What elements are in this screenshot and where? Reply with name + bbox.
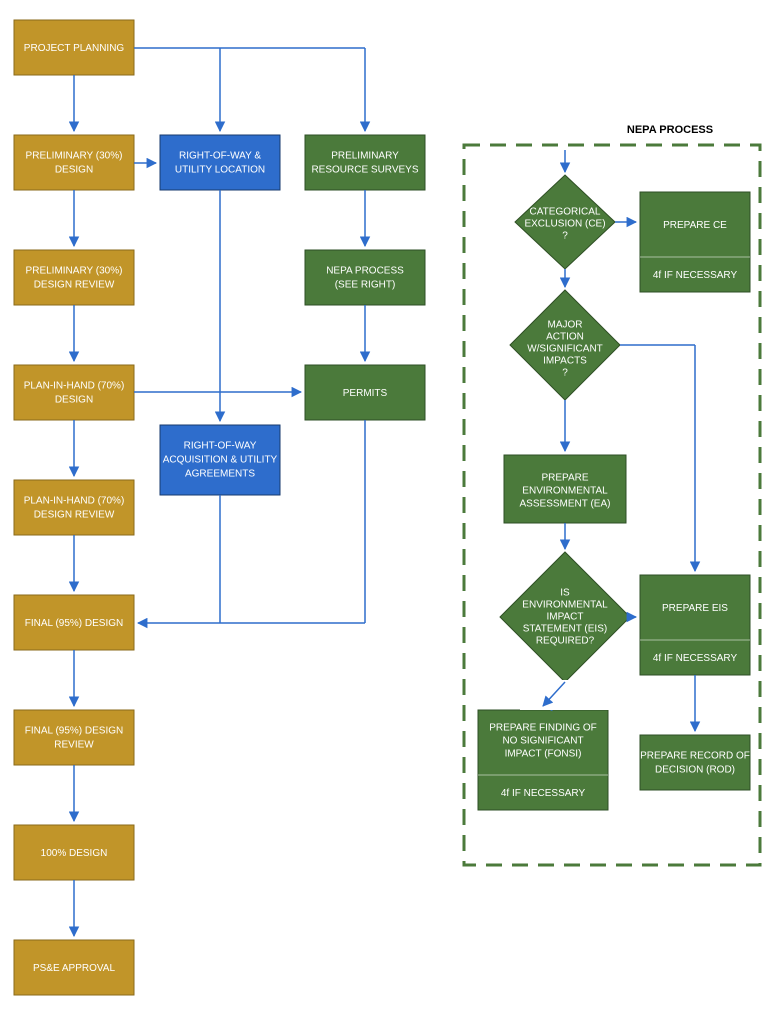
svg-text:NO SIGNIFICANT: NO SIGNIFICANT (502, 736, 583, 747)
svg-text:ACQUISITION & UTILITY: ACQUISITION & UTILITY (163, 455, 278, 466)
svg-text:CATEGORICAL: CATEGORICAL (530, 207, 601, 218)
svg-text:PREPARE RECORD OF: PREPARE RECORD OF (640, 751, 750, 762)
box-fonsi: PREPARE FINDING OF NO SIGNIFICANT IMPACT… (478, 710, 608, 810)
svg-text:4f IF NECESSARY: 4f IF NECESSARY (653, 653, 738, 664)
svg-text:PRELIMINARY (30%): PRELIMINARY (30%) (26, 266, 123, 277)
svg-text:PREPARE FINDING OF: PREPARE FINDING OF (489, 723, 597, 734)
box-permits: PERMITS (305, 365, 425, 420)
box-final-design-review: FINAL (95%) DESIGN REVIEW (14, 710, 134, 765)
svg-text:PREPARE: PREPARE (541, 473, 588, 484)
svg-text:PRELIMINARY (30%): PRELIMINARY (30%) (26, 151, 123, 162)
nepa-section-title: NEPA PROCESS (627, 124, 713, 136)
diamond-major-action: MAJOR ACTION W/SIGNIFICANT IMPACTS ? (510, 290, 620, 400)
svg-text:?: ? (562, 368, 568, 379)
svg-text:PERMITS: PERMITS (343, 388, 388, 399)
box-plan-in-hand-review: PLAN-IN-HAND (70%) DESIGN REVIEW (14, 480, 134, 535)
box-pse-approval: PS&E APPROVAL (14, 940, 134, 995)
diamond-categorical-exclusion: CATEGORICAL EXCLUSION (CE) ? (515, 175, 615, 269)
box-row-acquisition: RIGHT-OF-WAY ACQUISITION & UTILITY AGREE… (160, 425, 280, 495)
svg-text:DECISION (ROD): DECISION (ROD) (655, 765, 735, 776)
svg-text:STATEMENT (EIS): STATEMENT (EIS) (523, 624, 607, 635)
svg-text:W/SIGNIFICANT: W/SIGNIFICANT (527, 344, 603, 355)
svg-text:IS: IS (560, 588, 570, 599)
svg-text:ASSESSMENT (EA): ASSESSMENT (EA) (520, 499, 611, 510)
box-prelim-design: PRELIMINARY (30%) DESIGN (14, 135, 134, 190)
box-prepare-ea: PREPARE ENVIRONMENTAL ASSESSMENT (EA) (504, 455, 626, 523)
svg-text:PLAN-IN-HAND (70%): PLAN-IN-HAND (70%) (24, 496, 125, 507)
svg-text:ENVIRONMENTAL: ENVIRONMENTAL (522, 486, 608, 497)
svg-text:DESIGN: DESIGN (55, 395, 93, 406)
svg-text:4f IF NECESSARY: 4f IF NECESSARY (501, 788, 586, 799)
svg-text:REVIEW: REVIEW (54, 740, 94, 751)
svg-text:REQUIRED?: REQUIRED? (536, 636, 595, 647)
box-100-design: 100% DESIGN (14, 825, 134, 880)
svg-text:UTILITY LOCATION: UTILITY LOCATION (175, 165, 265, 176)
svg-text:NEPA PROCESS: NEPA PROCESS (326, 266, 404, 277)
box-preliminary-surveys: PRELIMINARY RESOURCE SURVEYS (305, 135, 425, 190)
box-prepare-ce: PREPARE CE 4f IF NECESSARY (640, 192, 750, 292)
svg-text:IMPACT: IMPACT (546, 612, 583, 623)
box-row-utility-location: RIGHT-OF-WAY & UTILITY LOCATION (160, 135, 280, 190)
svg-text:PREPARE CE: PREPARE CE (663, 220, 727, 231)
svg-text:RESOURCE SURVEYS: RESOURCE SURVEYS (311, 165, 418, 176)
diamond-eis-required: IS ENVIRONMENTAL IMPACT STATEMENT (EIS) … (500, 552, 630, 682)
box-project-planning: PROJECT PLANNING (14, 20, 134, 75)
svg-text:100% DESIGN: 100% DESIGN (41, 848, 108, 859)
svg-text:ENVIRONMENTAL: ENVIRONMENTAL (522, 600, 608, 611)
box-prelim-design-review: PRELIMINARY (30%) DESIGN REVIEW (14, 250, 134, 305)
box-prepare-rod: PREPARE RECORD OF DECISION (ROD) (640, 735, 750, 790)
svg-text:PRELIMINARY: PRELIMINARY (331, 151, 399, 162)
svg-text:4f IF NECESSARY: 4f IF NECESSARY (653, 270, 738, 281)
svg-text:PREPARE EIS: PREPARE EIS (662, 603, 728, 614)
svg-text:AGREEMENTS: AGREEMENTS (185, 469, 255, 480)
svg-text:DESIGN REVIEW: DESIGN REVIEW (34, 280, 115, 291)
svg-text:(SEE RIGHT): (SEE RIGHT) (335, 280, 396, 291)
box-final-design: FINAL (95%) DESIGN (14, 595, 134, 650)
svg-text:PS&E APPROVAL: PS&E APPROVAL (33, 963, 116, 974)
svg-text:ACTION: ACTION (546, 332, 584, 343)
svg-text:IMPACT (FONSI): IMPACT (FONSI) (505, 749, 582, 760)
svg-text:?: ? (562, 231, 568, 242)
svg-text:IMPACTS: IMPACTS (543, 356, 587, 367)
svg-text:RIGHT-OF-WAY &: RIGHT-OF-WAY & (179, 151, 261, 162)
svg-text:PROJECT PLANNING: PROJECT PLANNING (24, 43, 125, 54)
svg-text:PLAN-IN-HAND (70%): PLAN-IN-HAND (70%) (24, 381, 125, 392)
svg-text:FINAL (95%) DESIGN: FINAL (95%) DESIGN (25, 618, 124, 629)
svg-text:RIGHT-OF-WAY: RIGHT-OF-WAY (184, 441, 257, 452)
svg-text:MAJOR: MAJOR (548, 320, 583, 331)
svg-text:FINAL (95%) DESIGN: FINAL (95%) DESIGN (25, 726, 124, 737)
box-nepa-process-ref: NEPA PROCESS (SEE RIGHT) (305, 250, 425, 305)
svg-text:DESIGN REVIEW: DESIGN REVIEW (34, 510, 115, 521)
box-plan-in-hand-design: PLAN-IN-HAND (70%) DESIGN (14, 365, 134, 420)
svg-text:EXCLUSION (CE): EXCLUSION (CE) (524, 219, 605, 230)
box-prepare-eis: PREPARE EIS 4f IF NECESSARY (640, 575, 750, 675)
svg-text:DESIGN: DESIGN (55, 165, 93, 176)
